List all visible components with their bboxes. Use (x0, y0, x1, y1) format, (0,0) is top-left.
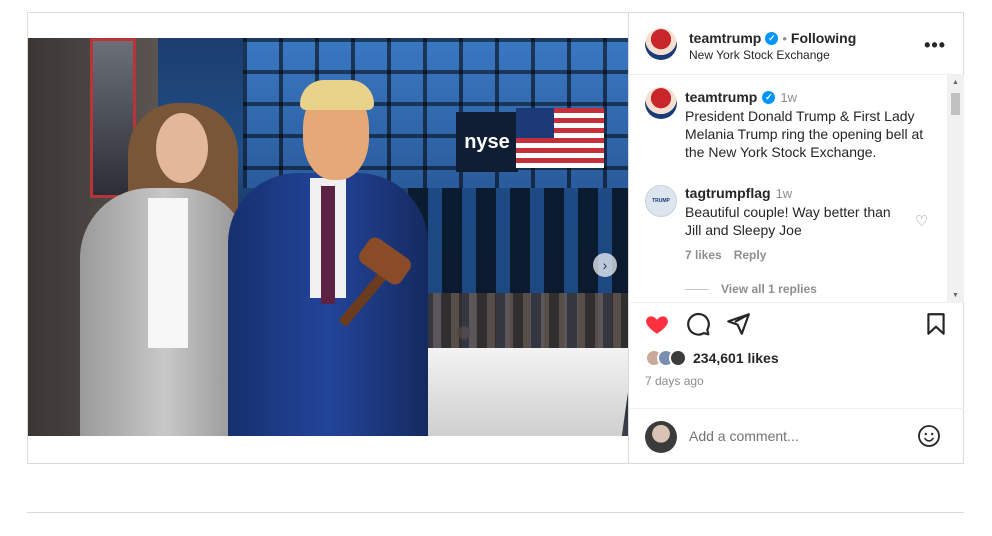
caption-text: President Donald Trump & First Lady Mela… (685, 108, 924, 160)
smiley-icon[interactable] (917, 424, 941, 448)
post-header: teamtrump ✓ • Following New York Stock E… (629, 13, 964, 75)
comment-reply-button[interactable]: Reply (734, 248, 767, 262)
chevron-right-icon: › (602, 257, 608, 273)
comments-section[interactable]: teamtrump ✓ 1w President Donald Trump & … (629, 75, 964, 303)
comment-username[interactable]: tagtrumpflag (685, 185, 771, 201)
replies-line (685, 288, 709, 290)
view-replies-label[interactable]: View all 1 replies (721, 282, 817, 296)
verified-badge-icon: ✓ (765, 31, 779, 45)
photo-woman-face (156, 113, 208, 183)
photo-us-flag (516, 108, 604, 168)
post-container: nyse › teamtrump ✓ • Following New York … (27, 12, 964, 464)
add-comment-input[interactable] (689, 423, 909, 449)
caption-time[interactable]: 1w (780, 90, 797, 105)
scrollbar-thumb[interactable] (951, 93, 960, 115)
comments-scrollbar[interactable]: ▲ ▼ (947, 75, 964, 302)
comment-bubble-icon[interactable] (685, 311, 711, 337)
bookmark-icon[interactable] (923, 311, 949, 337)
photo-man-tie (321, 186, 335, 304)
post-timestamp[interactable]: 7 days ago (645, 374, 704, 388)
comment-header: tagtrumpflag 1w (685, 185, 792, 201)
comment-likes-count[interactable]: 7 likes (685, 248, 722, 262)
page-divider (27, 512, 964, 513)
current-user-avatar (645, 421, 677, 453)
liker-avatar[interactable] (669, 349, 687, 367)
post-photo[interactable]: nyse › (28, 38, 628, 436)
caption-header: teamtrump ✓ 1w (685, 89, 797, 105)
scroll-down-arrow-icon[interactable]: ▼ (952, 292, 959, 299)
header-user-row: teamtrump ✓ • Following (689, 30, 856, 46)
photo-man-hair (300, 80, 374, 110)
author-avatar[interactable] (645, 28, 677, 60)
likes-count[interactable]: 234,601 likes (693, 350, 779, 366)
heart-filled-icon[interactable] (644, 311, 670, 337)
post-sidebar: teamtrump ✓ • Following New York Stock E… (628, 13, 964, 463)
follow-separator: • (782, 30, 787, 46)
scroll-up-arrow-icon[interactable]: ▲ (952, 79, 959, 86)
commenter-avatar[interactable]: TRUMP (645, 185, 677, 217)
caption-avatar[interactable] (645, 87, 677, 119)
comment-time[interactable]: 1w (776, 186, 793, 201)
view-replies-button[interactable]: View all 1 replies (685, 282, 817, 296)
following-button[interactable]: Following (791, 30, 856, 46)
more-options-icon[interactable]: ••• (924, 35, 946, 56)
verified-badge-icon: ✓ (762, 90, 776, 104)
likes-row[interactable]: 234,601 likes (645, 349, 779, 367)
post-media: nyse › (28, 13, 628, 463)
comment-meta: 7 likes Reply (685, 248, 766, 262)
photo-nyse-sign: nyse (456, 112, 518, 172)
comment-composer (629, 408, 964, 463)
paper-plane-icon[interactable] (725, 311, 751, 337)
next-slide-button[interactable]: › (593, 253, 617, 277)
author-username[interactable]: teamtrump (689, 30, 761, 46)
comment-text: Beautiful couple! Way better than Jill a… (685, 204, 891, 238)
photo-woman-shirt (148, 198, 188, 348)
caption-username[interactable]: teamtrump (685, 89, 757, 105)
post-location[interactable]: New York Stock Exchange (689, 48, 830, 62)
comment-like-heart-icon[interactable]: ♡ (915, 212, 928, 230)
action-bar (629, 305, 964, 345)
